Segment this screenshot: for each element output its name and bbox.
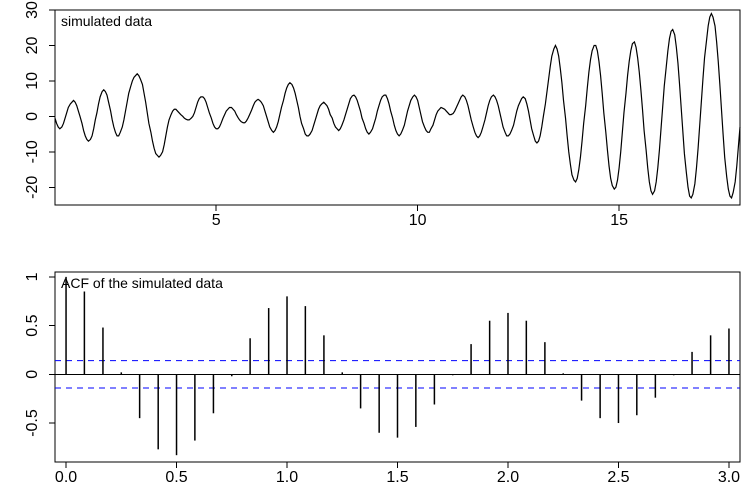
- xtick-label: 2.5: [607, 469, 629, 486]
- series-line: [55, 14, 740, 198]
- xtick-label: 15: [610, 212, 628, 229]
- xtick-label: 0.5: [165, 469, 187, 486]
- xtick-label: 1.0: [276, 469, 298, 486]
- figure: simulated data-20-10010203051015ACF of t…: [0, 0, 750, 500]
- ytick-label: -0.5: [24, 409, 41, 437]
- ytick-label: 30: [24, 1, 41, 19]
- ytick-label: 0.5: [24, 314, 41, 336]
- xtick-label: 3.0: [718, 469, 740, 486]
- xtick-label: 10: [409, 212, 427, 229]
- ytick-label: 20: [24, 36, 41, 54]
- xtick-label: 1.5: [386, 469, 408, 486]
- plot-title: simulated data: [61, 13, 152, 29]
- xtick-label: 2.0: [497, 469, 519, 486]
- xtick-label: 5: [212, 212, 221, 229]
- bottom-plot: ACF of the simulated data -0.5 0 0.5 1 0.0 0.5…: [24, 272, 740, 486]
- ytick-label: 10: [24, 72, 41, 90]
- ytick-label: 0: [24, 370, 41, 379]
- ytick-label: 1: [24, 272, 41, 281]
- ytick-label: 0: [24, 112, 41, 121]
- ytick-label: -20: [24, 176, 41, 199]
- top-plot: simulated data -20 -10 0 10 20 30 5 10 15: [24, 1, 740, 229]
- plot-title: ACF of the simulated data: [61, 275, 223, 291]
- ytick-label: -10: [24, 140, 41, 163]
- xtick-label: 0.0: [55, 469, 77, 486]
